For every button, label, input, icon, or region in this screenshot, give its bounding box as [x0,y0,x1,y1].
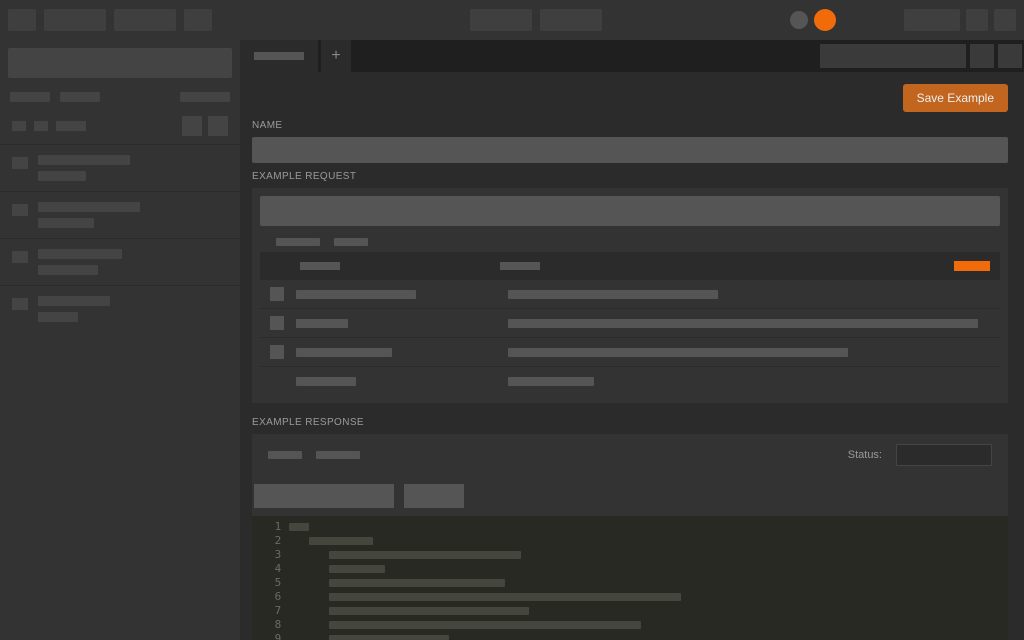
tab-add-button[interactable]: + [321,40,351,72]
row-value[interactable] [508,348,848,357]
method-badge [12,204,28,216]
sidebar-control[interactable] [34,121,48,131]
sidebar-tab[interactable] [10,92,50,102]
col-value [500,262,540,270]
request-row[interactable] [260,337,1000,366]
request-panel [252,188,1008,403]
method-badge [12,251,28,263]
sidebar-control[interactable] [12,121,26,131]
request-row[interactable] [260,366,1000,395]
tab[interactable] [240,40,319,72]
response-subtab[interactable] [268,451,302,459]
toolbar-button[interactable] [966,9,988,31]
sidebar-search[interactable] [8,48,232,78]
sidebar-tab[interactable] [180,92,230,102]
request-table-header [260,252,1000,279]
toolbar-button[interactable] [470,9,532,31]
tab-tool[interactable] [970,44,994,68]
sidebar-item[interactable] [0,238,240,285]
request-subtab[interactable] [334,238,368,246]
method-badge [12,157,28,169]
toolbar-button[interactable] [994,9,1016,31]
row-key[interactable] [296,290,416,299]
row-checkbox[interactable] [270,345,284,359]
row-key[interactable] [296,377,356,386]
tab-search[interactable] [820,44,966,68]
bulk-edit-link[interactable] [954,261,990,271]
row-checkbox[interactable] [270,316,284,330]
save-example-button[interactable]: Save Example [903,84,1008,112]
sidebar-item[interactable] [0,285,240,332]
response-tabs: Status: [252,434,1008,476]
tab-tool[interactable] [998,44,1022,68]
url-input[interactable] [260,196,1000,226]
response-subtab[interactable] [316,451,360,459]
request-row[interactable] [260,308,1000,337]
example-response-label: EXAMPLE RESPONSE [252,417,1008,428]
row-value[interactable] [508,377,594,386]
sidebar-item[interactable] [0,191,240,238]
row-value[interactable] [508,319,978,328]
sidebar-control[interactable] [208,116,228,136]
line-gutter: 123456789101112 [252,516,289,640]
toolbar-button[interactable] [8,9,36,31]
sidebar-item[interactable] [0,144,240,191]
method-badge [12,298,28,310]
top-bar [0,0,1024,40]
name-label: NAME [252,120,1008,131]
example-request-label: EXAMPLE REQUEST [252,171,1008,182]
toolbar-button[interactable] [114,9,176,31]
row-value[interactable] [508,290,718,299]
avatar[interactable] [790,11,808,29]
request-row[interactable] [260,279,1000,308]
request-subtab[interactable] [276,238,320,246]
sidebar-tab[interactable] [60,92,100,102]
toolbar-button[interactable] [904,9,960,31]
sidebar-control[interactable] [182,116,202,136]
name-input[interactable] [252,137,1008,163]
sidebar [0,40,240,640]
row-key[interactable] [296,319,348,328]
response-body[interactable]: 123456789101112 [252,516,1008,640]
response-tool[interactable] [404,484,464,508]
sidebar-control[interactable] [56,121,86,131]
response-tool[interactable] [254,484,394,508]
status-input[interactable] [896,444,992,466]
toolbar-button[interactable] [540,9,602,31]
status-label: Status: [848,449,882,461]
toolbar-button[interactable] [184,9,212,31]
col-key [300,262,340,270]
row-checkbox[interactable] [270,287,284,301]
avatar-active[interactable] [814,9,836,31]
row-key[interactable] [296,348,392,357]
tab-strip: + [240,40,1024,72]
toolbar-button[interactable] [44,9,106,31]
